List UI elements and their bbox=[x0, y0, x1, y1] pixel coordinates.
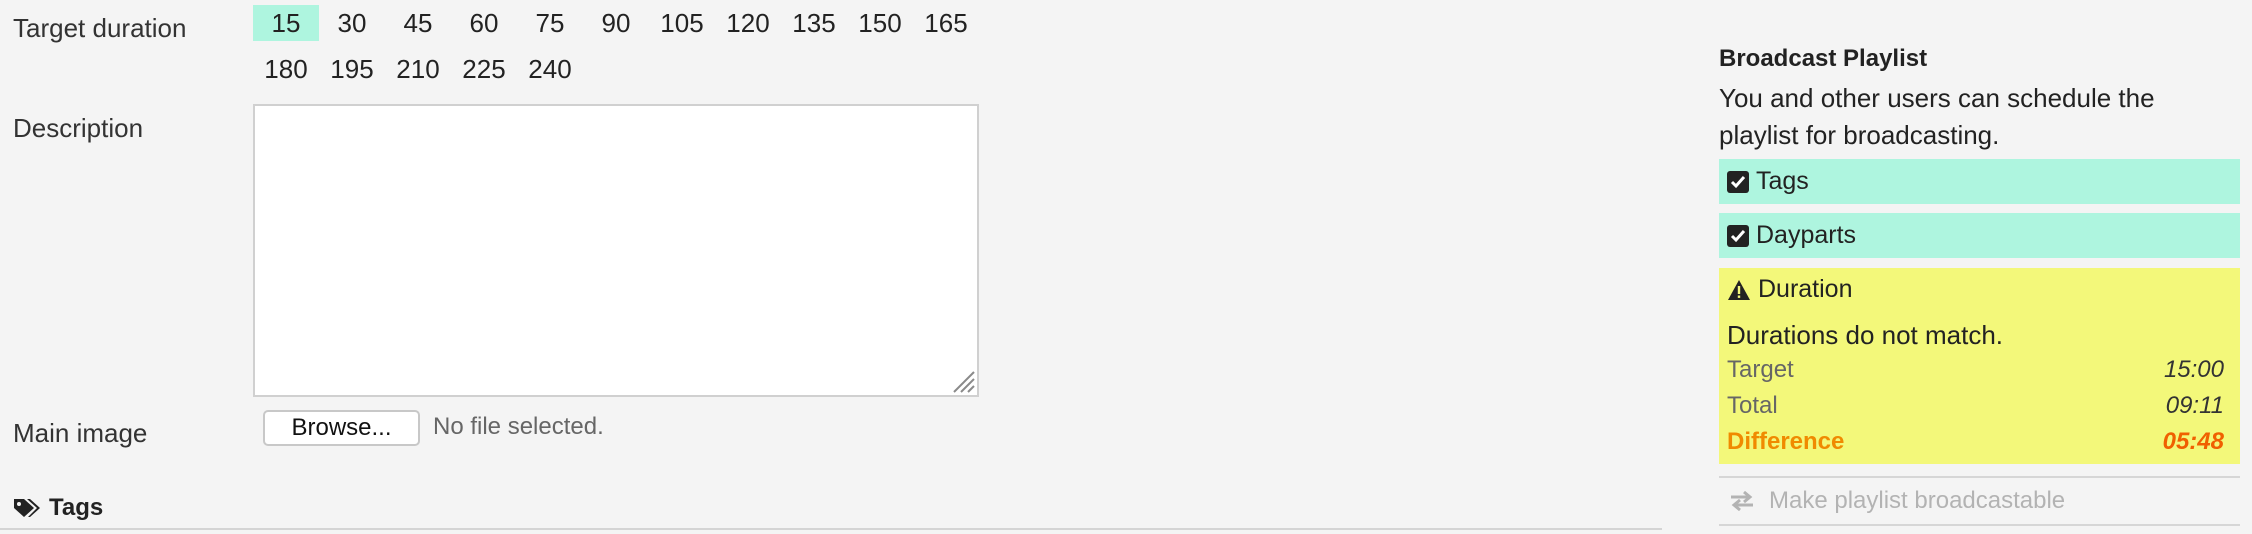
tags-icon bbox=[14, 499, 40, 517]
duration-options-row-1: 15 30 45 60 75 90 105 120 135 150 165 bbox=[253, 5, 979, 41]
duration-option-150[interactable]: 150 bbox=[847, 5, 913, 41]
duration-option-180[interactable]: 180 bbox=[253, 51, 319, 87]
tags-check-status: Tags bbox=[1719, 159, 2240, 204]
duration-option-15[interactable]: 15 bbox=[253, 5, 319, 41]
checkbox-checked-icon bbox=[1727, 170, 1749, 193]
duration-option-225[interactable]: 225 bbox=[451, 51, 517, 87]
duration-options-row-2: 180 195 210 225 240 bbox=[253, 51, 583, 87]
duration-warning-panel: Duration Durations do not match. Target … bbox=[1719, 268, 2240, 464]
file-status-text: No file selected. bbox=[433, 413, 604, 440]
duration-option-195[interactable]: 195 bbox=[319, 51, 385, 87]
duration-mismatch-message: Durations do not match. bbox=[1727, 320, 2004, 350]
description-label: Description bbox=[13, 113, 144, 143]
total-value: 09:11 bbox=[2165, 392, 2224, 419]
exchange-icon bbox=[1731, 491, 1753, 511]
duration-option-120[interactable]: 120 bbox=[715, 5, 781, 41]
browse-button[interactable]: Browse... bbox=[263, 410, 420, 446]
duration-option-60[interactable]: 60 bbox=[451, 5, 517, 41]
broadcast-playlist-title: Broadcast Playlist bbox=[1719, 45, 1928, 72]
duration-option-75[interactable]: 75 bbox=[517, 5, 583, 41]
dayparts-check-label: Dayparts bbox=[1756, 221, 1857, 249]
dayparts-check-status: Dayparts bbox=[1719, 213, 2240, 258]
duration-heading-label: Duration bbox=[1758, 275, 1853, 303]
duration-option-105[interactable]: 105 bbox=[649, 5, 715, 41]
description-textarea[interactable] bbox=[253, 104, 979, 397]
duration-option-45[interactable]: 45 bbox=[385, 5, 451, 41]
section-divider bbox=[0, 528, 1662, 530]
duration-heading: Duration bbox=[1727, 275, 1853, 304]
resize-grip-icon[interactable] bbox=[949, 367, 975, 393]
duration-option-90[interactable]: 90 bbox=[583, 5, 649, 41]
duration-difference-row: Difference 05:48 bbox=[1727, 428, 2224, 456]
checkbox-checked-icon bbox=[1727, 224, 1749, 247]
target-duration-label: Target duration bbox=[13, 13, 187, 43]
tags-check-label: Tags bbox=[1756, 167, 1809, 195]
duration-option-30[interactable]: 30 bbox=[319, 5, 385, 41]
total-label: Total bbox=[1727, 392, 1778, 419]
difference-label: Difference bbox=[1727, 428, 1845, 455]
duration-option-135[interactable]: 135 bbox=[781, 5, 847, 41]
duration-target-row: Target 15:00 bbox=[1727, 356, 2224, 384]
broadcast-playlist-description: You and other users can schedule the pla… bbox=[1719, 83, 2155, 150]
make-broadcastable-label: Make playlist broadcastable bbox=[1769, 487, 2066, 514]
make-broadcastable-button[interactable]: Make playlist broadcastable bbox=[1719, 476, 2240, 526]
duration-option-240[interactable]: 240 bbox=[517, 51, 583, 87]
duration-option-210[interactable]: 210 bbox=[385, 51, 451, 87]
duration-total-row: Total 09:11 bbox=[1727, 392, 2224, 420]
difference-value: 05:48 bbox=[2162, 428, 2224, 455]
target-label: Target bbox=[1727, 356, 1794, 383]
duration-option-165[interactable]: 165 bbox=[913, 5, 979, 41]
warning-icon bbox=[1728, 279, 1750, 300]
target-value: 15:00 bbox=[2163, 356, 2224, 383]
tags-section-header[interactable]: Tags bbox=[13, 494, 103, 522]
tags-section-label: Tags bbox=[49, 494, 104, 521]
main-image-label: Main image bbox=[13, 418, 148, 448]
